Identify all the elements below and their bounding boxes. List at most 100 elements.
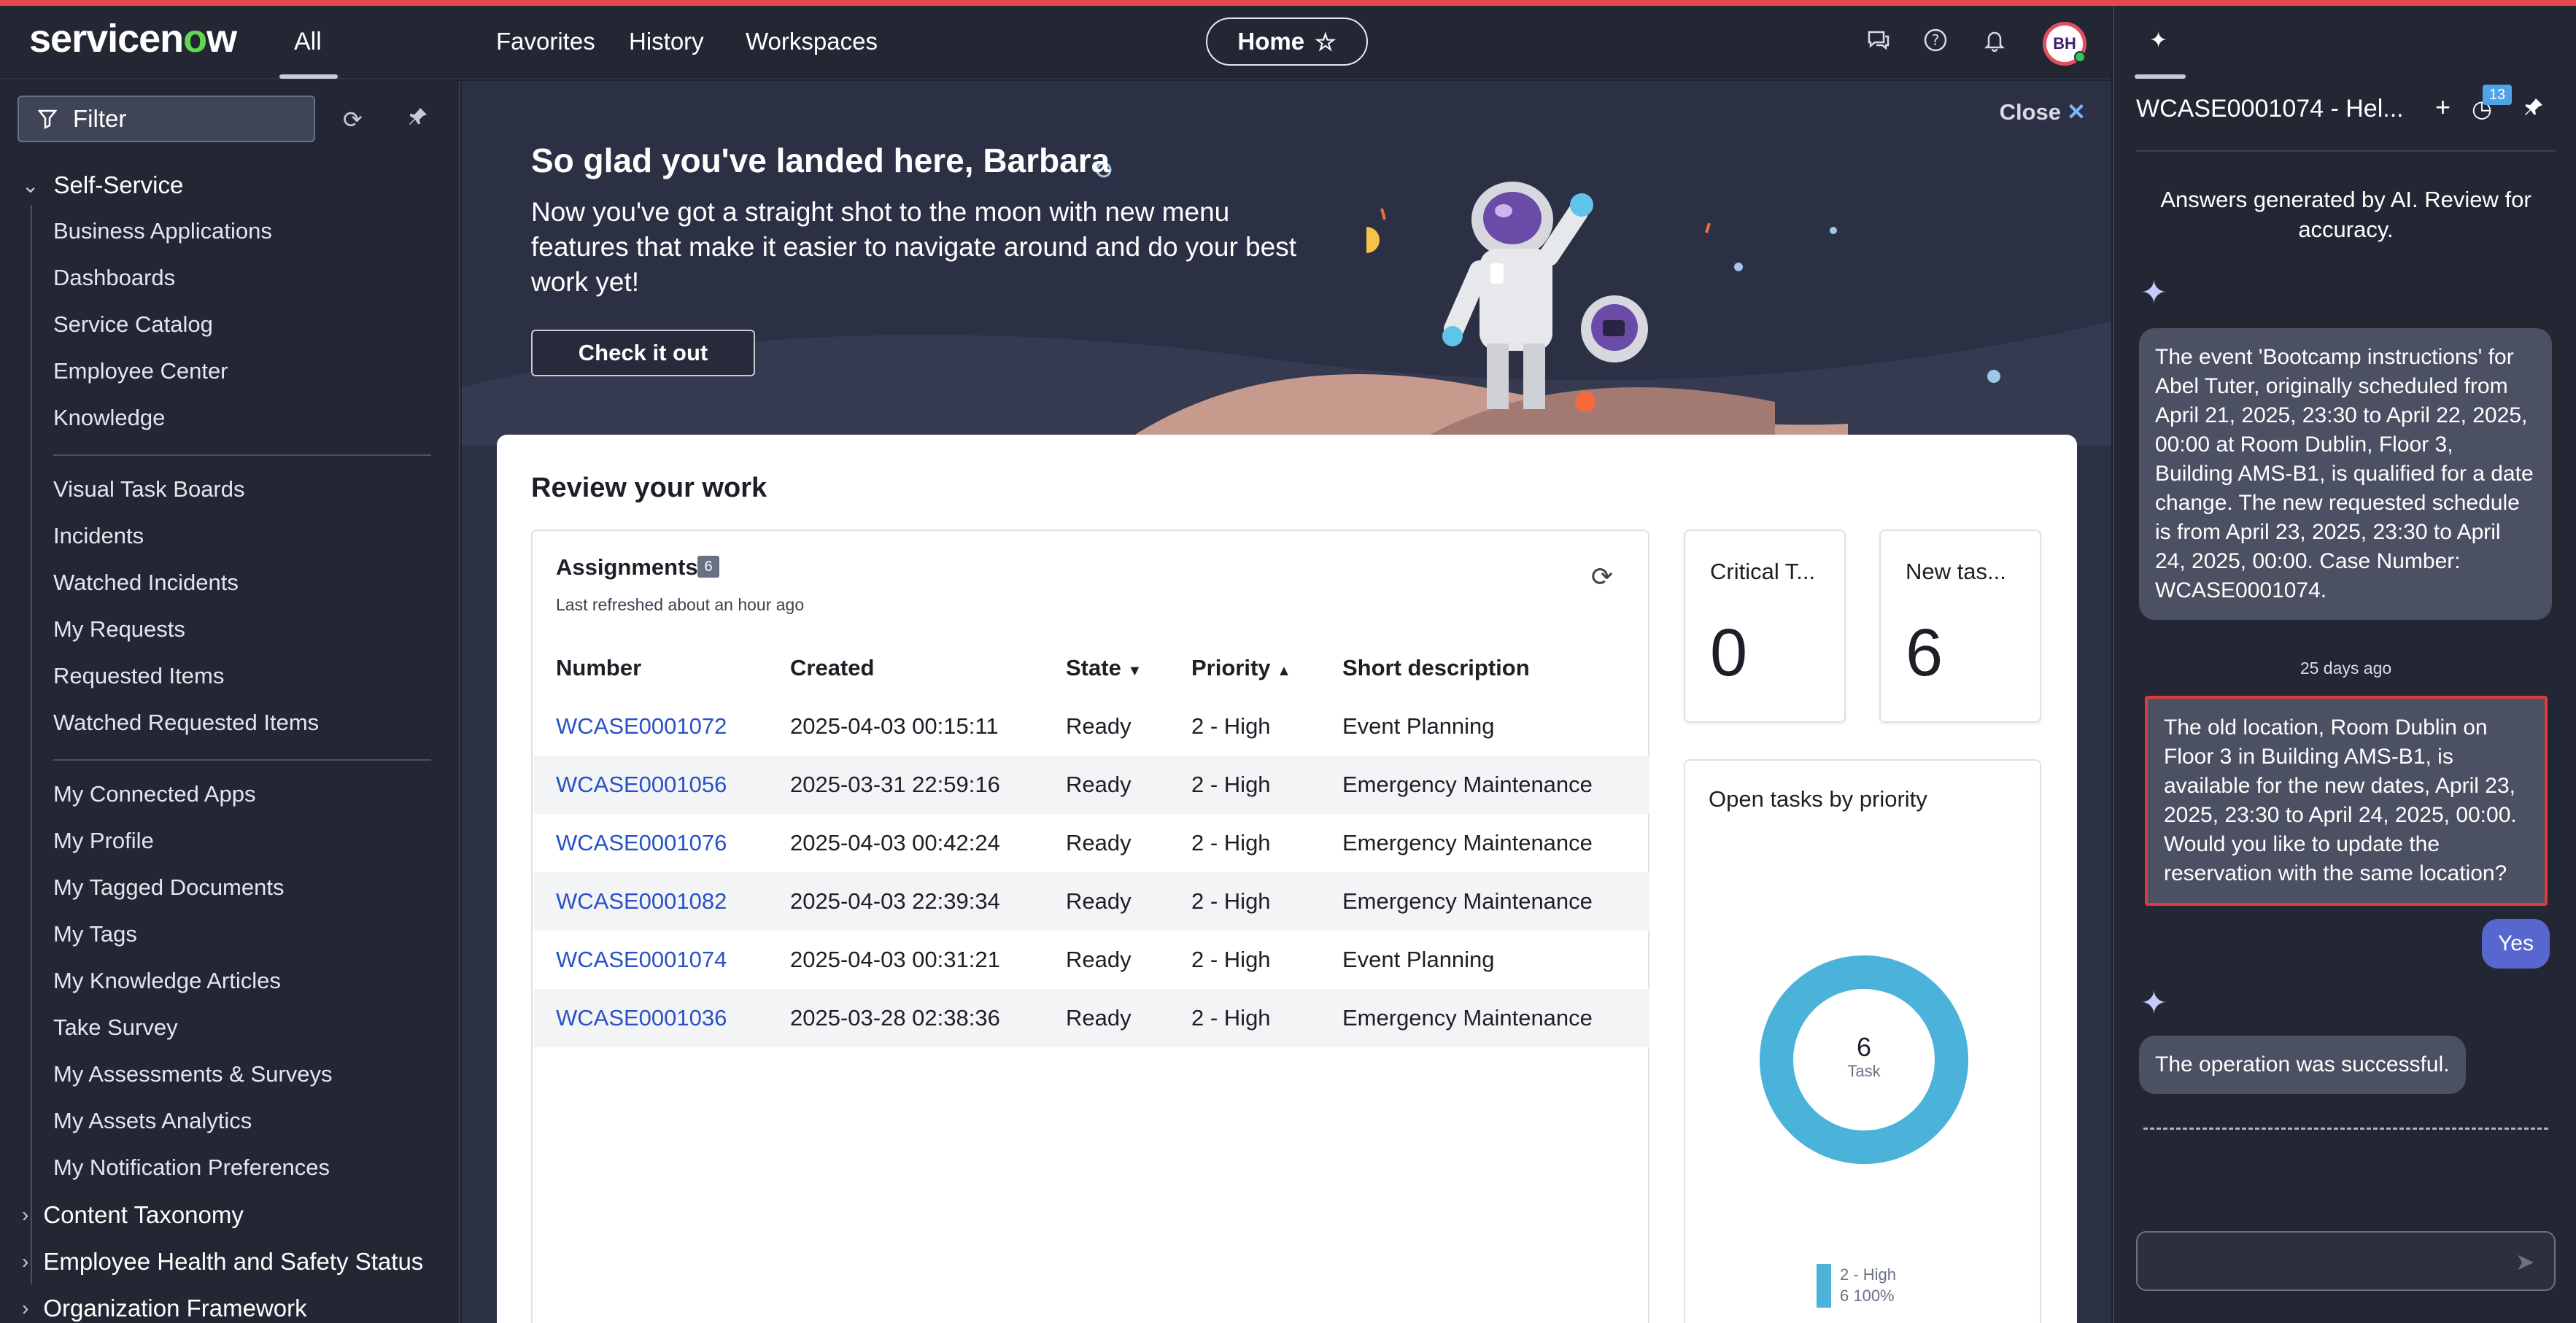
priority-cell: 2 - High bbox=[1191, 1005, 1271, 1031]
nav-item-business-applications[interactable]: Business Applications bbox=[53, 218, 272, 244]
priority-cell: 2 - High bbox=[1191, 713, 1271, 739]
ai-disclaimer: Answers generated by AI. Review for accu… bbox=[2160, 187, 2531, 242]
nav-group-organization-framework[interactable]: › Organization Framework bbox=[22, 1295, 307, 1322]
plus-icon[interactable]: + bbox=[2435, 92, 2451, 123]
nav-group-label: Employee Health and Safety Status bbox=[43, 1248, 424, 1275]
nav-item-incidents[interactable]: Incidents bbox=[53, 523, 144, 549]
metric-card-critical-tasks[interactable]: Critical T... 0 bbox=[1684, 529, 1846, 723]
created-cell: 2025-04-03 22:39:34 bbox=[790, 888, 1000, 914]
history-menu[interactable]: History bbox=[629, 28, 704, 55]
check-it-out-button[interactable]: Check it out bbox=[531, 330, 755, 376]
workspaces-menu[interactable]: Workspaces bbox=[746, 28, 878, 55]
table-row[interactable]: WCASE0001072 2025-04-03 00:15:11 Ready 2… bbox=[534, 697, 1649, 756]
servicenow-logo[interactable]: servicenow bbox=[29, 16, 237, 61]
table-row[interactable]: WCASE0001082 2025-04-03 22:39:34 Ready 2… bbox=[534, 872, 1649, 931]
created-cell: 2025-04-03 00:31:21 bbox=[790, 947, 1000, 972]
column-header-number[interactable]: Number bbox=[556, 655, 641, 681]
nav-item-employee-center[interactable]: Employee Center bbox=[53, 358, 228, 384]
filter-icon bbox=[38, 109, 57, 129]
pin-icon[interactable] bbox=[2523, 96, 2545, 124]
metric-card-new-tasks[interactable]: New tas... 6 bbox=[1879, 529, 2041, 723]
column-header-created[interactable]: Created bbox=[790, 655, 874, 681]
case-number-link[interactable]: WCASE0001082 bbox=[556, 888, 727, 915]
nav-item-knowledge[interactable]: Knowledge bbox=[53, 405, 165, 431]
case-number-link[interactable]: WCASE0001036 bbox=[556, 1005, 727, 1031]
assistant-tab-indicator bbox=[2135, 74, 2186, 79]
pin-icon[interactable] bbox=[407, 106, 429, 133]
filter-input[interactable]: Filter bbox=[18, 96, 315, 142]
all-menu-tab[interactable]: All bbox=[294, 28, 322, 56]
nav-item-dashboards[interactable]: Dashboards bbox=[53, 265, 175, 291]
assistant-panel: ✦ WCASE0001074 - Hel... + ◷ 13 Answers g… bbox=[2113, 6, 2576, 1323]
close-banner-button[interactable]: Close ✕ bbox=[2000, 99, 2086, 125]
column-header-state[interactable]: State ▼ bbox=[1066, 655, 1142, 681]
nav-item-requested-items[interactable]: Requested Items bbox=[53, 663, 224, 689]
nav-group-content-taxonomy[interactable]: › Content Taxonomy bbox=[22, 1201, 244, 1229]
assistant-message: The event 'Bootcamp instructions' for Ab… bbox=[2139, 328, 2552, 620]
case-number-link[interactable]: WCASE0001072 bbox=[556, 713, 727, 740]
assistant-message-highlighted: The old location, Room Dublin on Floor 3… bbox=[2145, 696, 2548, 906]
bell-icon[interactable] bbox=[1980, 28, 2009, 57]
assistant-message: The operation was successful. bbox=[2139, 1036, 2466, 1094]
home-label: Home bbox=[1237, 28, 1305, 55]
nav-item-watched-incidents[interactable]: Watched Incidents bbox=[53, 570, 239, 596]
help-icon[interactable]: ? bbox=[1921, 28, 1950, 57]
nav-item-my-assessments-surveys[interactable]: My Assessments & Surveys bbox=[53, 1061, 332, 1087]
case-number-link[interactable]: WCASE0001056 bbox=[556, 772, 727, 798]
donut-chart[interactable]: 6 Task bbox=[1755, 950, 1973, 1169]
nav-item-service-catalog[interactable]: Service Catalog bbox=[53, 311, 213, 338]
home-pill-button[interactable]: Home ☆ bbox=[1206, 18, 1368, 66]
metric-label: Critical T... bbox=[1710, 559, 1816, 584]
legend-entry[interactable]: 2 - High 6 100% bbox=[1840, 1264, 1896, 1306]
column-header-short-description[interactable]: Short description bbox=[1342, 655, 1530, 681]
star-icon[interactable]: ☆ bbox=[1315, 28, 1337, 56]
refresh-icon[interactable]: ⟳ bbox=[343, 106, 363, 133]
nav-item-my-tagged-documents[interactable]: My Tagged Documents bbox=[53, 874, 284, 901]
last-refreshed-text: Last refreshed about an hour ago bbox=[556, 595, 805, 614]
svg-text:?: ? bbox=[1932, 31, 1940, 49]
top-header: servicenow All Favorites History Workspa… bbox=[0, 6, 2111, 79]
state-cell: Ready bbox=[1066, 888, 1132, 914]
nav-group-label: Organization Framework bbox=[43, 1295, 307, 1322]
donut-center-value: 6 bbox=[1857, 1032, 1871, 1062]
priority-cell: 2 - High bbox=[1191, 772, 1271, 797]
nav-item-my-requests[interactable]: My Requests bbox=[53, 616, 185, 643]
chat-input[interactable] bbox=[2136, 1231, 2556, 1291]
nav-item-my-connected-apps[interactable]: My Connected Apps bbox=[53, 781, 255, 807]
send-icon[interactable]: ➤ bbox=[2515, 1248, 2535, 1276]
nav-item-watched-requested-items[interactable]: Watched Requested Items bbox=[53, 710, 319, 736]
metric-label: New tas... bbox=[1906, 559, 2006, 584]
case-number-link[interactable]: WCASE0001076 bbox=[556, 830, 727, 856]
column-header-label: State bbox=[1066, 655, 1121, 680]
created-cell: 2025-04-03 00:15:11 bbox=[790, 713, 999, 739]
assignments-panel: Assignments 6 Last refreshed about an ho… bbox=[531, 529, 1649, 1323]
sparkle-tab-icon[interactable]: ✦ bbox=[2149, 28, 2167, 53]
table-row[interactable]: WCASE0001056 2025-03-31 22:59:16 Ready 2… bbox=[534, 756, 1649, 814]
nav-group-employee-health-safety[interactable]: › Employee Health and Safety Status bbox=[22, 1248, 423, 1276]
chat-icon[interactable] bbox=[1864, 28, 1893, 57]
nav-item-my-notification-preferences[interactable]: My Notification Preferences bbox=[53, 1155, 330, 1181]
sparkle-icon: ✦ bbox=[2140, 985, 2167, 1021]
presence-status-dot bbox=[2074, 51, 2086, 63]
favorites-menu[interactable]: Favorites bbox=[496, 28, 595, 55]
chevron-right-icon: › bbox=[22, 1250, 29, 1273]
table-row[interactable]: WCASE0001074 2025-04-03 00:31:21 Ready 2… bbox=[534, 931, 1649, 989]
nav-item-take-survey[interactable]: Take Survey bbox=[53, 1014, 178, 1041]
case-number-link[interactable]: WCASE0001074 bbox=[556, 947, 727, 973]
chevron-right-icon: › bbox=[22, 1297, 29, 1319]
assignments-count-badge: 6 bbox=[697, 556, 719, 578]
nav-item-my-knowledge-articles[interactable]: My Knowledge Articles bbox=[53, 968, 281, 994]
nav-item-my-tags[interactable]: My Tags bbox=[53, 921, 137, 947]
nav-group-self-service[interactable]: ⌄ Self-Service bbox=[22, 171, 183, 199]
nav-separator bbox=[53, 759, 431, 761]
refresh-icon[interactable]: ⟳ bbox=[1591, 562, 1613, 592]
chevron-down-icon: ⌄ bbox=[22, 174, 39, 197]
assignments-title: Assignments bbox=[556, 554, 698, 580]
table-row[interactable]: WCASE0001076 2025-04-03 00:42:24 Ready 2… bbox=[534, 814, 1649, 872]
nav-item-visual-task-boards[interactable]: Visual Task Boards bbox=[53, 476, 245, 503]
table-row[interactable]: WCASE0001036 2025-03-28 02:38:36 Ready 2… bbox=[534, 989, 1649, 1047]
state-cell: Ready bbox=[1066, 1005, 1132, 1031]
nav-item-my-profile[interactable]: My Profile bbox=[53, 828, 154, 854]
nav-item-my-assets-analytics[interactable]: My Assets Analytics bbox=[53, 1108, 252, 1134]
column-header-priority[interactable]: Priority ▲ bbox=[1191, 655, 1291, 681]
